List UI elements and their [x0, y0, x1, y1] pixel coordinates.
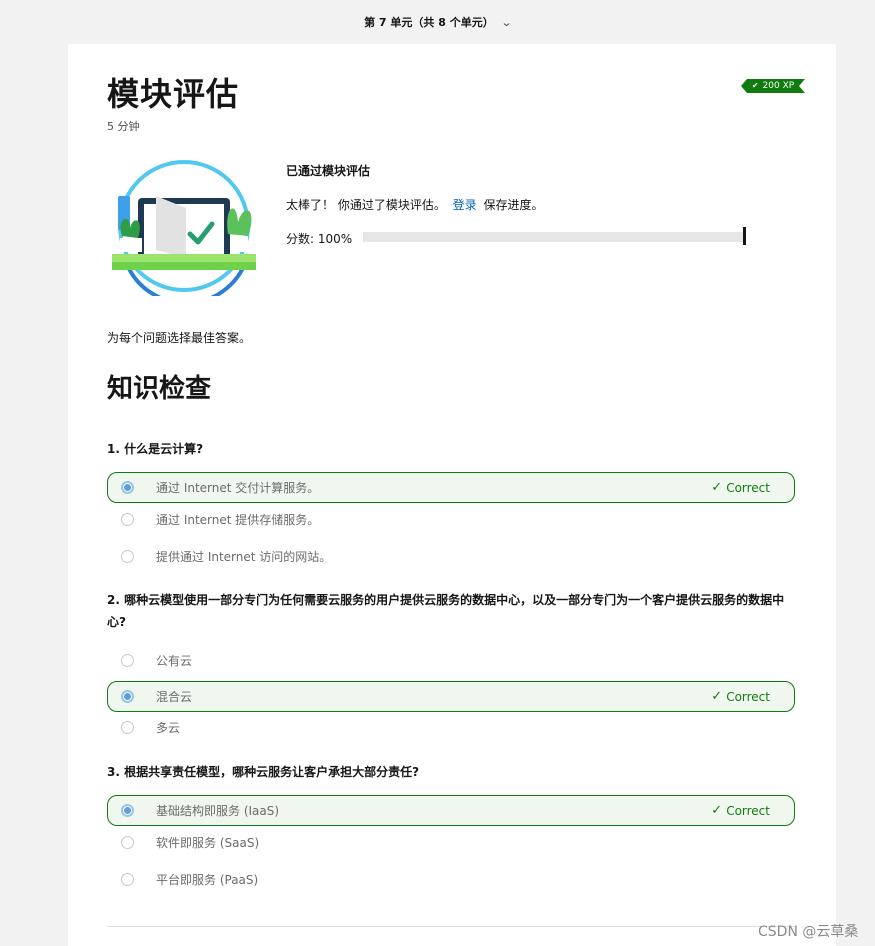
radio-unselected[interactable]	[121, 872, 134, 886]
radio-selected[interactable]	[121, 804, 134, 817]
correct-label: Correct	[726, 480, 770, 495]
option-label: 基础结构即服务 (IaaS)	[156, 804, 280, 818]
correct-label: Correct	[726, 803, 770, 818]
option-label: 通过 Internet 提供存储服务。	[156, 512, 320, 527]
xp-badge-label: 200 XP	[762, 81, 795, 91]
radio-unselected[interactable]	[121, 835, 134, 849]
score-progress-bar	[363, 232, 745, 242]
option-3-3[interactable]: 平台即服务 (PaaS)	[107, 865, 795, 893]
question-1: 1. 什么是云计算?	[107, 442, 204, 456]
result-message-suffix: 保存进度。	[483, 198, 544, 212]
question-2: 2. 哪种云模型使用一部分专门为任何需要云服务的用户提供云服务的数据中心，以及一…	[107, 593, 785, 629]
unit-navigator[interactable]: 第 7 单元（共 8 个单元） ⌄	[0, 0, 875, 44]
radio-unselected[interactable]	[121, 720, 134, 734]
check-icon: ✓	[711, 480, 723, 495]
login-link[interactable]: 登录	[453, 198, 477, 212]
option-label: 提供通过 Internet 访问的网站。	[156, 549, 332, 564]
option-2-1[interactable]: 公有云	[107, 646, 795, 674]
correct-indicator: ✓ Correct	[711, 689, 770, 704]
check-icon: ✓	[711, 803, 723, 818]
check-icon: ✔	[751, 81, 759, 90]
option-label: 平台即服务 (PaaS)	[156, 872, 259, 887]
option-label: 混合云	[156, 690, 193, 704]
option-label: 通过 Internet 交付计算服务。	[156, 481, 320, 495]
option-label: 软件即服务 (SaaS)	[156, 835, 260, 850]
correct-indicator: ✓ Correct	[711, 480, 770, 495]
option-1-2[interactable]: 通过 Internet 提供存储服务。	[107, 505, 795, 533]
check-icon: ✓	[711, 689, 723, 704]
correct-indicator: ✓ Correct	[711, 803, 770, 818]
divider	[107, 926, 797, 927]
chevron-down-icon: ⌄	[500, 15, 513, 29]
page-title: 模块评估	[107, 75, 240, 113]
question-3: 3. 根据共享责任模型，哪种云服务让客户承担大部分责任?	[107, 765, 420, 779]
score-progress-fill	[363, 232, 745, 242]
section-title: 知识检查	[107, 374, 212, 404]
option-1-1[interactable]: 通过 Internet 交付计算服务。 ✓ Correct	[107, 472, 795, 503]
option-2-2[interactable]: 混合云 ✓ Correct	[107, 681, 795, 712]
correct-label: Correct	[726, 689, 770, 704]
option-2-3[interactable]: 多云	[107, 713, 795, 741]
result-message: 太棒了！ 你通过了模块评估。 登录 保存进度。	[286, 196, 544, 213]
radio-unselected[interactable]	[121, 512, 134, 526]
result-title: 已通过模块评估	[286, 164, 371, 178]
option-1-3[interactable]: 提供通过 Internet 访问的网站。	[107, 542, 795, 570]
score-marker	[743, 227, 746, 245]
radio-selected[interactable]	[121, 481, 134, 494]
instruction-text: 为每个问题选择最佳答案。	[107, 331, 252, 345]
duration-label: 5 分钟	[107, 120, 140, 133]
assessment-card: 模块评估 5 分钟 ✔ 200 XP 已通过模块评估 太棒了！ 你通过了模块评估…	[68, 44, 836, 946]
option-3-2[interactable]: 软件即服务 (SaaS)	[107, 828, 795, 856]
unit-label: 第 7 单元（共 8 个单元）	[364, 16, 494, 29]
watermark: CSDN @云草桑	[758, 924, 859, 940]
xp-badge: ✔ 200 XP	[741, 79, 805, 93]
option-label: 多云	[156, 720, 181, 735]
radio-selected[interactable]	[121, 690, 134, 703]
radio-unselected[interactable]	[121, 653, 134, 667]
score-label: 分数: 100%	[286, 232, 353, 246]
completion-illustration-icon	[112, 160, 256, 296]
option-label: 公有云	[156, 653, 193, 668]
option-3-1[interactable]: 基础结构即服务 (IaaS) ✓ Correct	[107, 795, 795, 826]
radio-unselected[interactable]	[121, 549, 134, 563]
result-message-text: 太棒了！ 你通过了模块评估。	[286, 198, 446, 212]
